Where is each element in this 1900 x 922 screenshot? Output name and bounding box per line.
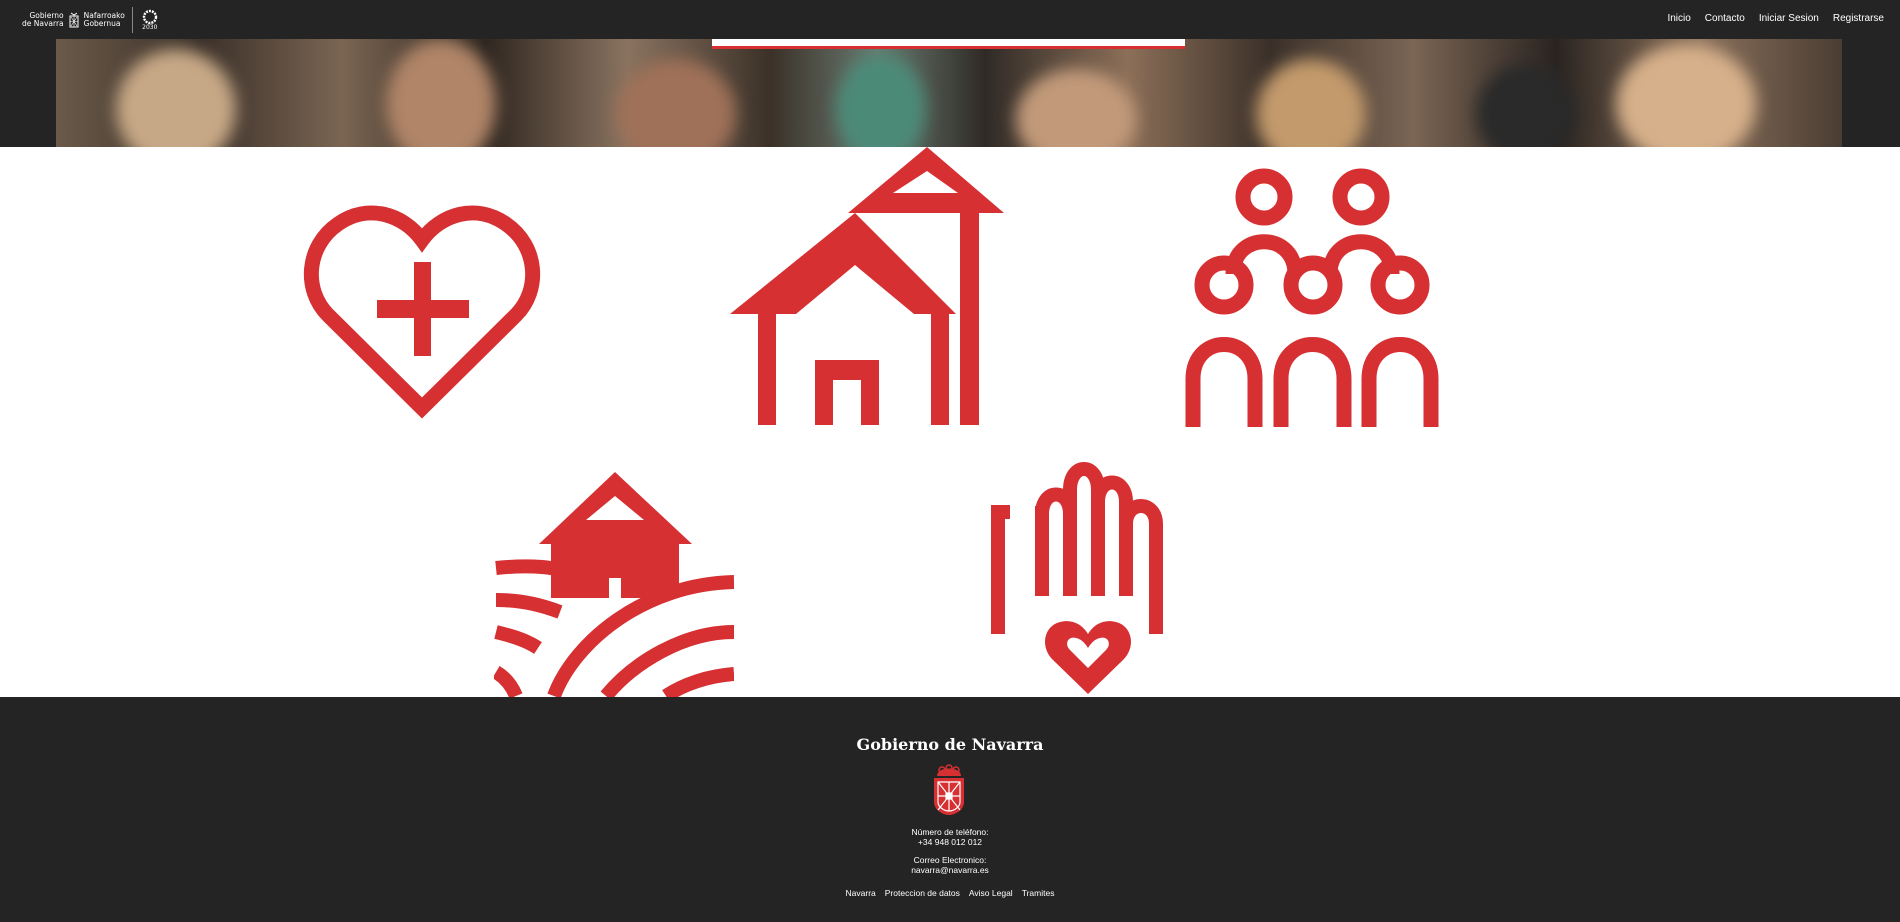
services-icons-area: [0, 147, 1900, 702]
footer-link-navarra[interactable]: Navarra: [846, 888, 876, 898]
hero-banner: [0, 39, 1900, 147]
footer-link-tramites[interactable]: Tramites: [1022, 888, 1055, 898]
email-address[interactable]: navarra@navarra.es: [0, 865, 1900, 875]
agenda-2030-icon: [142, 9, 158, 25]
nav-contacto[interactable]: Contacto: [1705, 13, 1745, 24]
site-footer: Gobierno de Navarra Número de teléfono: …: [0, 697, 1900, 922]
rural-house-icon[interactable]: [494, 472, 734, 702]
crowd-photo: [56, 39, 1842, 147]
nav-registrarse[interactable]: Registrarse: [1833, 13, 1884, 24]
logo-badge-text: 2030: [142, 24, 158, 31]
hand-heart-icon[interactable]: [990, 454, 1190, 699]
house-icon[interactable]: [728, 147, 1008, 427]
footer-links: Navarra Proteccion de datos Aviso Legal …: [0, 888, 1900, 898]
family-group-icon[interactable]: [1183, 167, 1443, 427]
logo-divider: [131, 7, 133, 33]
footer-link-proteccion-datos[interactable]: Proteccion de datos: [885, 888, 960, 898]
phone-label: Número de teléfono:: [911, 827, 989, 837]
main-nav: Inicio Contacto Iniciar Sesion Registrar…: [1667, 13, 1884, 24]
nav-inicio[interactable]: Inicio: [1667, 13, 1690, 24]
gobierno-navarra-logo[interactable]: Gobierno de Navarra Nafarroako Gobernua …: [22, 6, 158, 34]
logo-text-line: de Navarra: [22, 19, 64, 28]
email-label: Correo Electronico:: [913, 855, 987, 865]
navarra-coat-of-arms-icon: [934, 764, 964, 815]
phone-number[interactable]: +34 948 012 012: [0, 837, 1900, 847]
top-bar: Gobierno de Navarra Nafarroako Gobernua …: [0, 0, 1900, 39]
nav-iniciar-sesion[interactable]: Iniciar Sesion: [1759, 13, 1819, 24]
footer-link-aviso-legal[interactable]: Aviso Legal: [969, 888, 1013, 898]
heart-health-icon[interactable]: [298, 194, 548, 424]
navarra-shield-icon: [69, 12, 79, 28]
logo-text-line: Gobernua: [83, 19, 121, 28]
hero-overlay-box: [712, 39, 1185, 49]
footer-title: Gobierno de Navarra: [856, 735, 1044, 754]
